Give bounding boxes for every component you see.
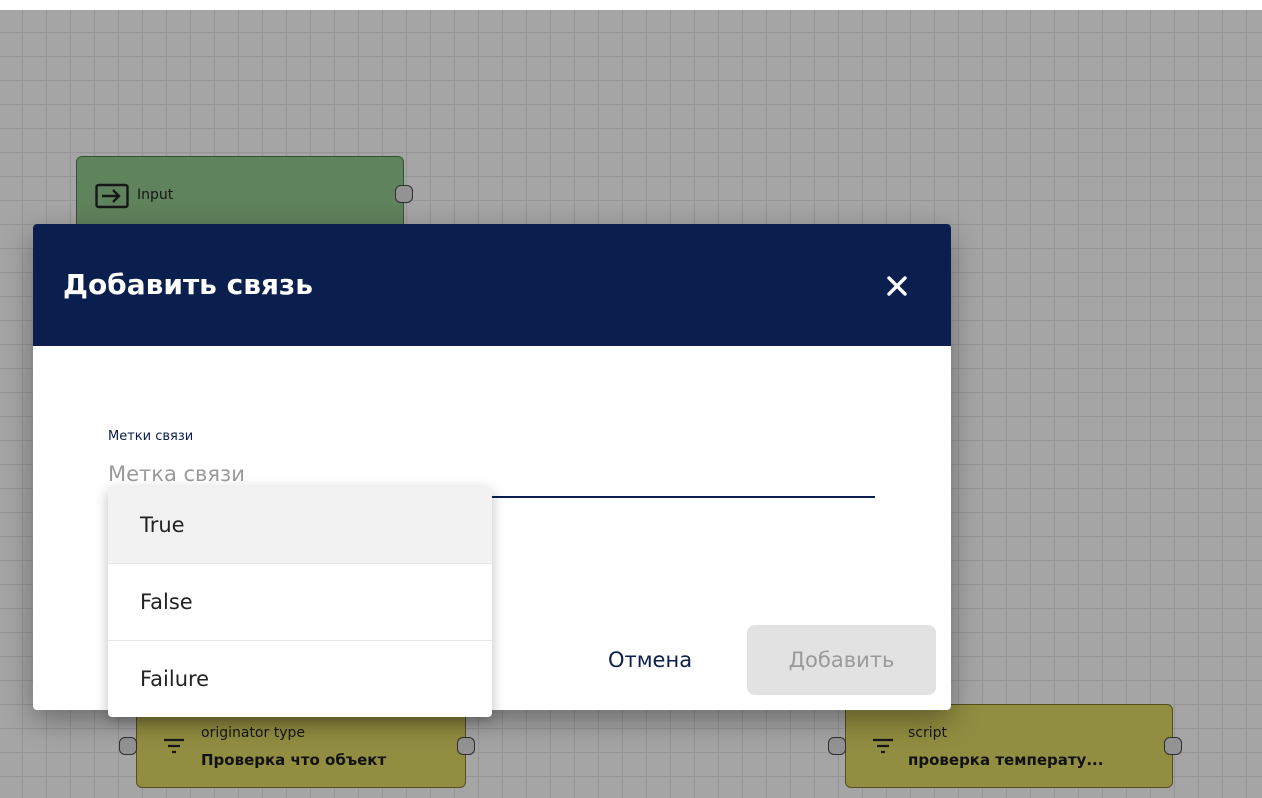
dialog-title: Добавить связь xyxy=(63,268,313,301)
link-labels-field-label: Метки связи xyxy=(108,429,194,444)
cancel-button[interactable]: Отмена xyxy=(585,625,715,695)
close-icon xyxy=(887,276,907,296)
option-true[interactable]: True xyxy=(108,487,492,563)
option-false[interactable]: False xyxy=(108,563,492,639)
close-button[interactable] xyxy=(879,268,915,304)
link-label-options-dropdown: True False Failure xyxy=(108,487,492,717)
top-strip xyxy=(0,0,1262,10)
option-failure[interactable]: Failure xyxy=(108,640,492,716)
add-button[interactable]: Добавить xyxy=(747,625,936,695)
dialog-header: Добавить связь xyxy=(33,224,951,346)
